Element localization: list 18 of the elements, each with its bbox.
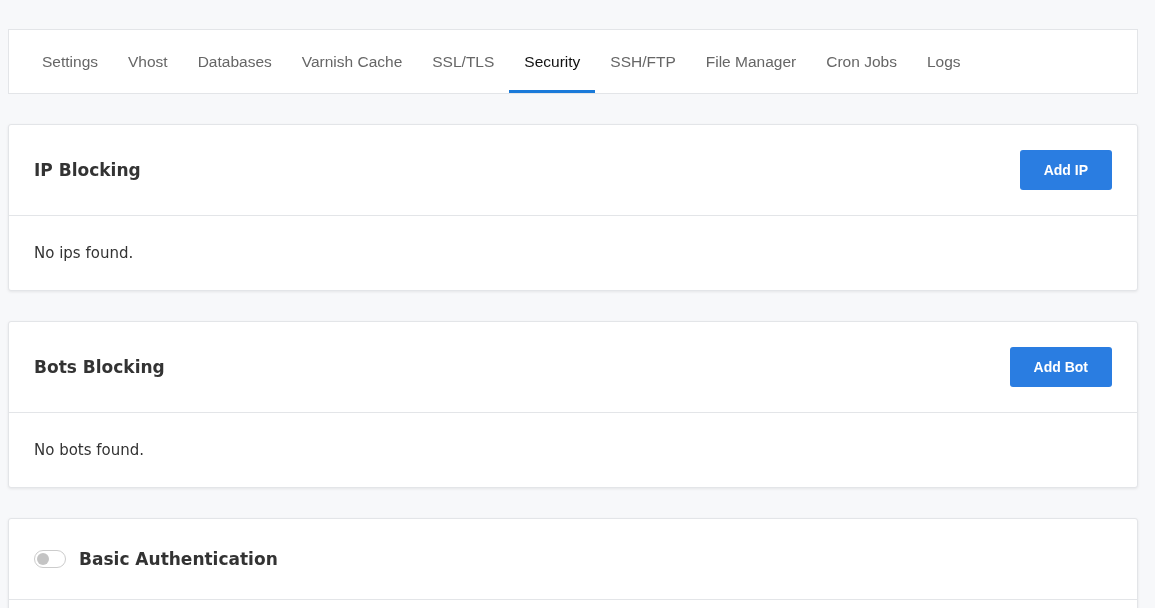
add-button[interactable]: Add Bot	[1009, 347, 1112, 387]
tab[interactable]: SSH/FTP	[595, 30, 691, 93]
tab[interactable]: SSL/TLS	[417, 30, 510, 93]
card-title: Basic Authentication	[79, 549, 278, 569]
card-title: IP Blocking	[34, 160, 141, 180]
card-title: Bots Blocking	[34, 357, 165, 377]
tab[interactable]: Cron Jobs	[811, 30, 912, 93]
add-button[interactable]: Add IP	[1019, 150, 1112, 190]
toggle-switch[interactable]	[34, 550, 66, 568]
tab[interactable]: Varnish Cache	[286, 30, 418, 93]
tab[interactable]: Databases	[182, 30, 287, 93]
tab[interactable]: Security	[509, 30, 596, 93]
tab[interactable]: Vhost	[113, 30, 183, 93]
tab[interactable]: Logs	[911, 30, 976, 93]
tab[interactable]: Settings	[27, 30, 113, 93]
tab[interactable]: File Manager	[690, 30, 812, 93]
empty-message: No ips found.	[34, 244, 134, 262]
empty-message: No bots found.	[34, 441, 145, 459]
